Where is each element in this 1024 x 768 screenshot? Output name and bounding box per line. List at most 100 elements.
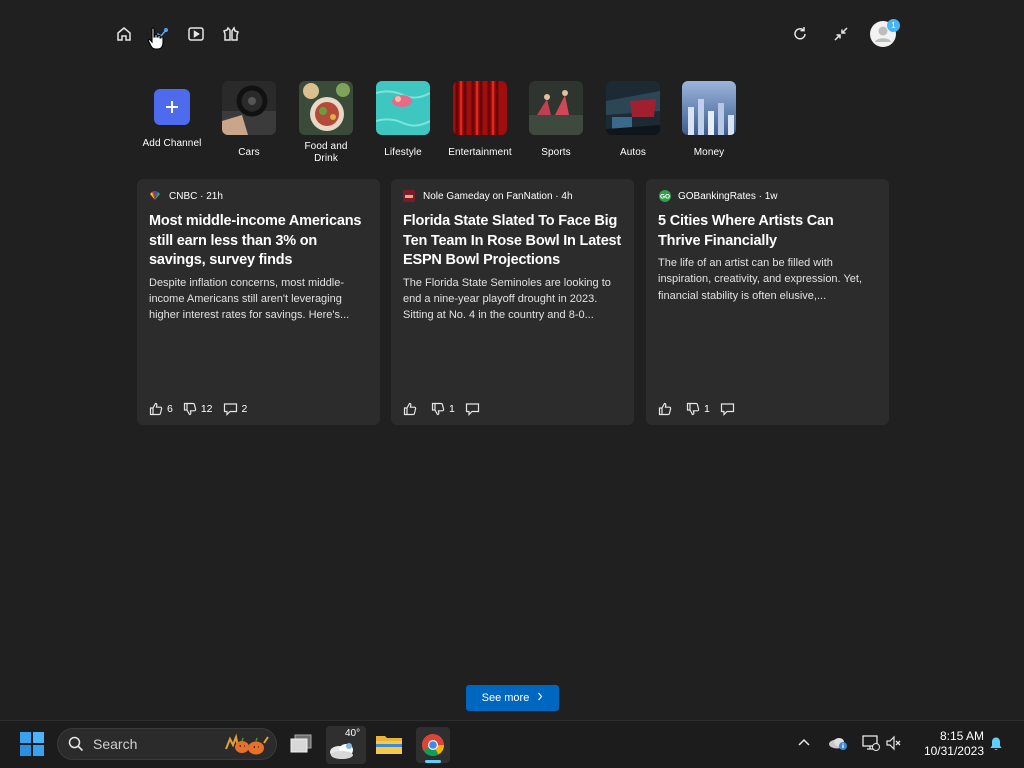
refresh-icon[interactable] [788, 22, 812, 46]
halloween-pumpkins-icon [224, 733, 270, 755]
svg-text:GO: GO [660, 194, 670, 201]
see-more-label: See more [481, 692, 530, 704]
channel-label: Cars [238, 147, 260, 158]
clock-time: 8:15 AM [939, 729, 984, 743]
dislike-button[interactable]: 12 [183, 402, 213, 416]
network-icon[interactable] [860, 735, 880, 751]
cnbc-logo-icon [149, 190, 161, 202]
cars-thumbnail [222, 81, 276, 135]
chevron-right-icon [537, 692, 543, 704]
hand-cursor-icon [146, 27, 166, 56]
lifestyle-thumbnail [376, 81, 430, 135]
article-source: CNBC · 21h [149, 190, 368, 202]
article-card[interactable]: GO GOBankingRates · 1w 5 Cities Where Ar… [646, 179, 889, 425]
article-title[interactable]: 5 Cities Where Artists Can Thrive Financ… [658, 212, 877, 251]
dislike-count: 1 [704, 403, 710, 415]
thumbs-up-icon [658, 402, 672, 416]
windows-logo-icon [20, 732, 44, 756]
comment-button[interactable] [465, 402, 484, 416]
file-explorer-icon[interactable] [375, 731, 403, 757]
start-button[interactable] [20, 732, 44, 756]
article-source: GO GOBankingRates · 1w [658, 190, 877, 202]
article-actions: 1 [403, 402, 494, 416]
comment-count: 2 [241, 403, 248, 415]
cloudy-weather-icon [330, 743, 353, 759]
article-source: Nole Gameday on FanNation · 4h [403, 190, 622, 202]
gobankingrates-logo-icon: GO [658, 190, 671, 202]
entertainment-thumbnail [453, 81, 507, 135]
article-card[interactable]: Nole Gameday on FanNation · 4h Florida S… [391, 179, 634, 425]
comment-button[interactable] [720, 402, 739, 416]
fannation-logo-icon [403, 190, 415, 202]
article-title[interactable]: Florida State Slated To Face Big Ten Tea… [403, 212, 622, 271]
comment-icon [720, 403, 734, 416]
channel-food-and-drink[interactable]: Food and Drink [291, 81, 361, 165]
games-icon[interactable] [219, 22, 243, 46]
like-button[interactable] [403, 402, 421, 416]
comment-icon [465, 403, 479, 416]
article-card[interactable]: CNBC · 21h Most middle-income Americans … [137, 179, 380, 425]
channel-label: Food and Drink [304, 141, 348, 164]
money-thumbnail [682, 81, 736, 135]
home-icon[interactable] [112, 22, 136, 46]
comment-button[interactable]: 2 [223, 402, 248, 416]
channel-label: Add Channel [142, 138, 202, 149]
thumbs-up-icon [149, 402, 163, 416]
taskbar-search-box[interactable]: Search [57, 728, 277, 760]
like-button[interactable] [658, 402, 676, 416]
minimize-icon[interactable] [829, 22, 853, 46]
article-actions: 1 [658, 402, 749, 416]
channel-label: Autos [619, 147, 647, 158]
autos-thumbnail [606, 81, 660, 135]
channel-label: Lifestyle [384, 147, 422, 158]
channel-label: Entertainment [448, 147, 512, 158]
system-clock[interactable]: 8:15 AM 10/31/2023 [914, 729, 984, 759]
article-actions: 6 12 2 [149, 402, 257, 416]
comment-icon [223, 403, 237, 416]
dislike-button[interactable]: 1 [431, 402, 455, 416]
plus-icon [154, 89, 190, 125]
channel-lifestyle[interactable]: Lifestyle [368, 81, 438, 159]
search-placeholder: Search [93, 736, 138, 752]
video-icon[interactable] [184, 22, 208, 46]
notification-bell-icon[interactable] [988, 736, 1004, 752]
thumbs-down-icon [183, 402, 197, 416]
channel-label: Money [693, 147, 725, 158]
article-description: The life of an artist can be filled with… [658, 257, 863, 302]
thumbs-down-icon [431, 402, 445, 416]
chrome-taskbar-button[interactable] [416, 727, 450, 763]
article-source-text: GOBankingRates · 1w [678, 190, 778, 202]
add-channel-button[interactable]: Add Channel [137, 81, 207, 150]
search-icon [68, 736, 84, 752]
channel-autos[interactable]: Autos [598, 81, 668, 159]
channel-money[interactable]: Money [674, 81, 744, 159]
thumbs-up-icon [403, 402, 417, 416]
channel-sports[interactable]: Sports [521, 81, 591, 159]
article-description: Despite inflation concerns, most middle-… [149, 276, 350, 322]
notification-badge: 1 [887, 19, 900, 32]
chrome-icon [422, 734, 444, 756]
volume-muted-icon[interactable] [885, 735, 903, 751]
like-button[interactable]: 6 [149, 402, 173, 416]
dislike-button[interactable]: 1 [686, 402, 710, 416]
thumbs-down-icon [686, 402, 700, 416]
article-description: The Florida State Seminoles are looking … [403, 276, 611, 322]
onedrive-info-icon[interactable] [828, 735, 848, 751]
chevron-up-icon[interactable] [797, 737, 811, 747]
like-count: 6 [167, 403, 173, 415]
sports-thumbnail [529, 81, 583, 135]
channel-label: Sports [541, 147, 571, 158]
dislike-count: 1 [449, 403, 455, 415]
food-thumbnail [299, 81, 353, 135]
channel-entertainment[interactable]: Entertainment [445, 81, 515, 159]
article-title[interactable]: Most middle-income Americans still earn … [149, 212, 368, 271]
channel-cars[interactable]: Cars [214, 81, 284, 159]
see-more-button[interactable]: See more [466, 685, 559, 711]
weather-temperature: 40° [345, 728, 361, 739]
task-view-icon[interactable] [288, 732, 314, 756]
article-source-text: Nole Gameday on FanNation · 4h [423, 190, 573, 202]
clock-date: 10/31/2023 [923, 744, 984, 758]
active-app-indicator [425, 760, 441, 763]
dislike-count: 12 [200, 403, 213, 415]
article-source-text: CNBC · 21h [169, 190, 223, 202]
